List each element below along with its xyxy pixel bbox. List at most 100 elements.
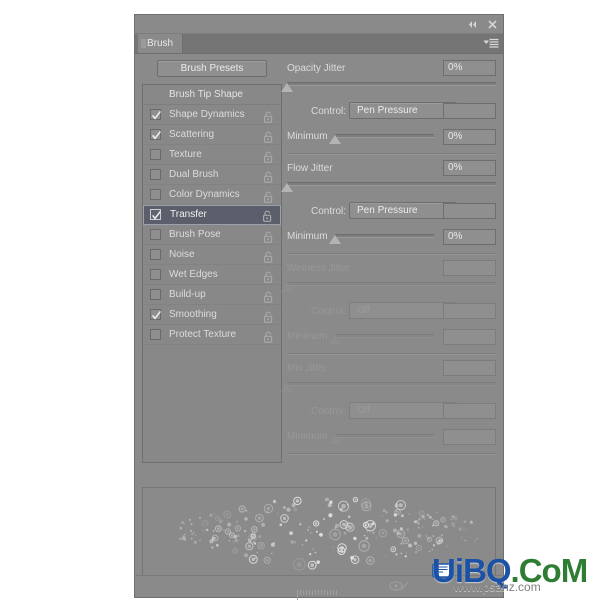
checkbox-unchecked-icon[interactable]: [150, 269, 161, 280]
slider-track: [287, 382, 496, 386]
minimum-slider[interactable]: [329, 233, 434, 245]
checkbox-unchecked-icon[interactable]: [150, 229, 161, 240]
checkbox-checked-icon[interactable]: [150, 209, 161, 220]
transfer-settings-column: Opacity Jitter 0% Control: Pen Pressure Mini…: [281, 60, 496, 463]
jitter-slider[interactable]: [281, 81, 496, 93]
tab-brush[interactable]: Brush: [138, 34, 184, 53]
checkbox-unchecked-icon[interactable]: [150, 289, 161, 300]
unlock-icon[interactable]: [263, 289, 274, 303]
minimum-slider[interactable]: [329, 433, 434, 445]
brush-option-label: Wet Edges: [169, 269, 218, 280]
titlebar-buttons: [467, 17, 498, 29]
jitter-value-field[interactable]: 0%: [443, 160, 496, 176]
control-extra-field[interactable]: [443, 203, 496, 219]
group-divider: [287, 453, 496, 455]
control-extra-field[interactable]: [443, 403, 496, 419]
brush-options-list: Brush Tip Shape Shape Dynamics Scattering…: [142, 84, 282, 463]
brush-option-row[interactable]: Build-up: [143, 285, 281, 305]
brush-option-row[interactable]: Scattering: [143, 125, 281, 145]
control-select[interactable]: Pen Pressure: [349, 202, 457, 219]
brush-option-row[interactable]: Protect Texture: [143, 325, 281, 345]
unlock-icon[interactable]: [263, 269, 274, 283]
checkbox-checked-icon[interactable]: [150, 309, 161, 320]
brush-option-row[interactable]: Transfer: [143, 205, 281, 225]
slider-thumb[interactable]: [281, 283, 293, 292]
brush-preview-toggle-icon[interactable]: [388, 579, 410, 593]
jitter-slider[interactable]: [281, 381, 496, 393]
slider-thumb[interactable]: [329, 435, 341, 444]
control-select[interactable]: Off: [349, 302, 457, 319]
minimum-value-field[interactable]: [443, 429, 496, 445]
brush-option-row[interactable]: Texture: [143, 145, 281, 165]
slider-thumb[interactable]: [329, 335, 341, 344]
jitter-value-field[interactable]: 0%: [443, 60, 496, 76]
brush-option-row[interactable]: Smoothing: [143, 305, 281, 325]
control-extra-field[interactable]: [443, 103, 496, 119]
jitter-slider[interactable]: [281, 181, 496, 193]
unlock-icon[interactable]: [263, 149, 274, 163]
unlock-icon[interactable]: [263, 329, 274, 343]
unlock-icon[interactable]: [262, 209, 273, 222]
slider-track: [287, 82, 496, 86]
control-label: Control:: [311, 106, 347, 117]
watermark: UiBQ.CoM www.psanz.com: [432, 554, 600, 600]
checkbox-checked-icon[interactable]: [150, 109, 161, 120]
collapse-double-left-icon[interactable]: [467, 17, 478, 28]
slider-thumb[interactable]: [281, 383, 293, 392]
brush-option-label: Smoothing: [169, 309, 217, 320]
brush-option-row[interactable]: Shape Dynamics: [143, 105, 281, 125]
jitter-title: Wetness Jitter: [287, 263, 351, 274]
slider-track: [335, 234, 434, 238]
jitter-control-group: Mix Jitter Control: Off Minimum: [281, 360, 496, 460]
brush-option-row[interactable]: Noise: [143, 245, 281, 265]
minimum-value-field[interactable]: [443, 329, 496, 345]
jitter-slider[interactable]: [281, 281, 496, 293]
watermark-subtitle: www.psanz.com: [454, 580, 541, 594]
unlock-icon[interactable]: [263, 189, 274, 203]
brush-presets-button[interactable]: Brush Presets: [157, 60, 267, 77]
slider-thumb[interactable]: [281, 183, 293, 192]
unlock-icon[interactable]: [263, 109, 274, 123]
brush-option-label: Color Dynamics: [169, 189, 240, 200]
minimum-value-field[interactable]: 0%: [443, 129, 496, 145]
unlock-icon[interactable]: [263, 309, 274, 323]
unlock-icon[interactable]: [263, 249, 274, 263]
brush-option-label: Transfer: [170, 209, 207, 220]
checkbox-unchecked-icon[interactable]: [150, 169, 161, 180]
minimum-slider[interactable]: [329, 333, 434, 345]
checkbox-unchecked-icon[interactable]: [150, 329, 161, 340]
minimum-value-field[interactable]: 0%: [443, 229, 496, 245]
control-select[interactable]: Pen Pressure: [349, 102, 457, 119]
brush-option-row[interactable]: Dual Brush: [143, 165, 281, 185]
jitter-title: Flow Jitter: [287, 163, 333, 174]
brush-option-row[interactable]: Color Dynamics: [143, 185, 281, 205]
minimum-slider[interactable]: [329, 133, 434, 145]
checkbox-unchecked-icon[interactable]: [150, 189, 161, 200]
unlock-icon[interactable]: [263, 129, 274, 143]
resize-grip-icon[interactable]: [297, 590, 341, 600]
checkbox-checked-icon[interactable]: [150, 129, 161, 140]
control-extra-field[interactable]: [443, 303, 496, 319]
jitter-value-field[interactable]: [443, 260, 496, 276]
brush-option-label: Dual Brush: [169, 169, 219, 180]
brush-option-label: Brush Pose: [169, 229, 221, 240]
unlock-icon[interactable]: [263, 229, 274, 243]
slider-track: [335, 434, 434, 438]
brush-tip-shape-header[interactable]: Brush Tip Shape: [143, 85, 281, 105]
panel-menu-icon[interactable]: [483, 37, 499, 49]
control-select[interactable]: Off: [349, 402, 457, 419]
checkbox-unchecked-icon[interactable]: [150, 249, 161, 260]
control-label: Control:: [311, 406, 347, 417]
checkbox-unchecked-icon[interactable]: [150, 149, 161, 160]
close-icon[interactable]: [487, 17, 498, 29]
jitter-value-field[interactable]: [443, 360, 496, 376]
minimum-label: Minimum: [287, 231, 328, 242]
slider-thumb[interactable]: [329, 235, 341, 244]
brush-option-row[interactable]: Wet Edges: [143, 265, 281, 285]
jitter-control-group: Opacity Jitter 0% Control: Pen Pressure Mini…: [281, 60, 496, 160]
slider-thumb[interactable]: [329, 135, 341, 144]
group-divider: [287, 153, 496, 155]
unlock-icon[interactable]: [263, 169, 274, 183]
brush-option-row[interactable]: Brush Pose: [143, 225, 281, 245]
slider-thumb[interactable]: [281, 83, 293, 92]
